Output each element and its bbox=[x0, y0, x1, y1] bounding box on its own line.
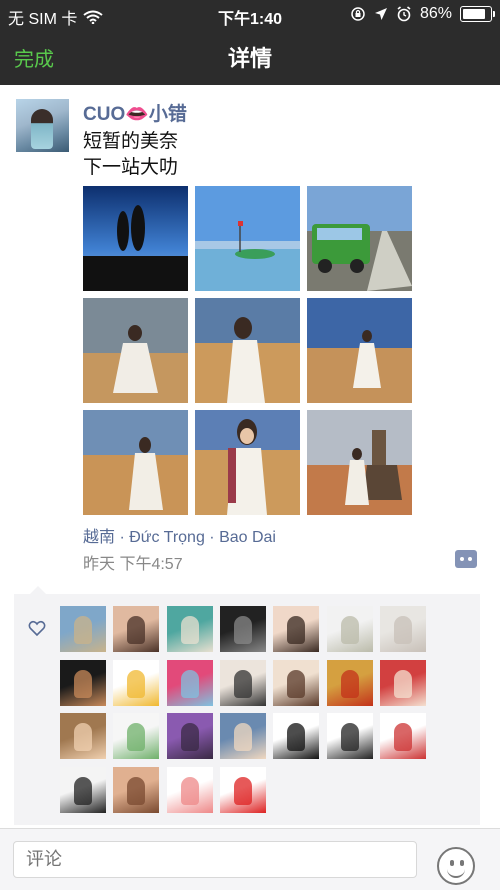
liker-avatar-figure bbox=[74, 616, 92, 644]
liker-avatar[interactable] bbox=[166, 766, 213, 813]
liker-avatar-figure bbox=[180, 776, 199, 805]
liker-avatar[interactable] bbox=[273, 659, 320, 706]
liker-avatar-figure bbox=[127, 723, 146, 751]
eye bbox=[450, 860, 454, 866]
liker-avatar[interactable] bbox=[379, 713, 426, 759]
comment-bar bbox=[0, 828, 500, 890]
photo-girl-dunes-4[interactable] bbox=[83, 410, 188, 515]
liker-avatar[interactable] bbox=[113, 766, 160, 813]
post-time: 昨天 下午4:57 bbox=[83, 556, 183, 573]
emoji-button[interactable] bbox=[437, 847, 475, 885]
photo-girl-dunes-3[interactable] bbox=[307, 298, 412, 403]
liker-avatar-figure bbox=[180, 669, 199, 698]
username[interactable]: CUO👄小错 bbox=[83, 99, 187, 126]
liker-avatar[interactable] bbox=[166, 606, 213, 652]
liker-avatar-figure bbox=[233, 669, 252, 698]
liker-avatar[interactable] bbox=[379, 659, 426, 706]
liker-avatar-figure bbox=[127, 776, 146, 805]
liker-avatar[interactable] bbox=[113, 659, 160, 706]
liker-avatar-figure bbox=[393, 723, 412, 751]
mouth bbox=[447, 868, 465, 878]
likes-panel bbox=[14, 586, 480, 825]
liker-avatar[interactable] bbox=[379, 606, 426, 652]
liker-avatar[interactable] bbox=[273, 606, 320, 652]
liker-avatar-figure bbox=[233, 616, 252, 644]
photo-girl-dunes-6[interactable] bbox=[307, 410, 412, 515]
comment-input[interactable] bbox=[13, 841, 417, 878]
liker-avatar-figure bbox=[287, 723, 306, 751]
dot bbox=[468, 557, 472, 561]
liker-avatar-figure bbox=[127, 616, 146, 644]
liker-avatar-figure bbox=[74, 776, 92, 805]
liker-avatar[interactable] bbox=[219, 659, 266, 706]
liker-avatar[interactable] bbox=[326, 713, 373, 759]
photo-girl-dunes-1[interactable] bbox=[83, 298, 188, 403]
liker-avatar[interactable] bbox=[113, 606, 160, 652]
liker-avatar[interactable] bbox=[60, 713, 106, 759]
liker-avatar-figure bbox=[393, 616, 412, 644]
photo-girl-dunes-2[interactable] bbox=[195, 298, 300, 403]
liker-avatar-figure bbox=[233, 723, 252, 751]
liker-avatar-figure bbox=[180, 616, 199, 644]
status-bar: 无 SIM 卡 下午1:40 86% bbox=[0, 0, 500, 28]
battery-fill bbox=[463, 9, 485, 19]
liker-avatar[interactable] bbox=[60, 766, 106, 813]
battery-percent: 86% bbox=[419, 5, 452, 22]
photo-silhouette-couple[interactable] bbox=[83, 186, 188, 291]
orientation-lock-icon bbox=[351, 7, 365, 21]
eye bbox=[460, 860, 464, 866]
post-text: 短暂的美奈 下一站大叻 bbox=[83, 129, 178, 181]
post-text-line: 下一站大叻 bbox=[83, 157, 179, 178]
battery-icon bbox=[460, 6, 495, 22]
liker-avatar-figure bbox=[74, 723, 92, 751]
heart-icon bbox=[28, 620, 46, 637]
liker-avatar[interactable] bbox=[219, 713, 266, 759]
liker-avatar-figure bbox=[74, 669, 92, 698]
liker-avatar[interactable] bbox=[113, 713, 160, 759]
nav-bar: 完成 详情 bbox=[0, 28, 500, 85]
liker-avatar-figure bbox=[340, 669, 359, 698]
liker-avatar[interactable] bbox=[60, 659, 106, 706]
alarm-clock-icon bbox=[397, 6, 411, 22]
dot bbox=[460, 557, 464, 561]
location-arrow-icon bbox=[374, 8, 387, 20]
liker-avatar[interactable] bbox=[273, 713, 320, 759]
liker-avatar[interactable] bbox=[166, 713, 213, 759]
moment-detail: CUO👄小错 短暂的美奈 下一站大叻 越南 · Đức Trọng · Bao … bbox=[0, 85, 500, 828]
page-title: 详情 bbox=[227, 46, 272, 71]
liker-avatar[interactable] bbox=[326, 606, 373, 652]
liker-avatar-figure bbox=[180, 723, 199, 751]
photo-girl-dunes-5[interactable] bbox=[195, 410, 300, 515]
liker-avatar-figure bbox=[287, 669, 306, 698]
photo-grid bbox=[83, 186, 413, 516]
location-link[interactable]: 越南 · Đức Trọng · Bao Dai bbox=[83, 523, 276, 547]
liker-avatar[interactable] bbox=[326, 659, 373, 706]
liker-avatar-figure bbox=[340, 723, 359, 751]
status-right: 86% bbox=[350, 5, 495, 23]
comment-more-button[interactable] bbox=[455, 550, 477, 568]
photo-boat-on-beach[interactable] bbox=[195, 186, 300, 291]
liker-avatar[interactable] bbox=[219, 766, 266, 813]
photo-green-jeep[interactable] bbox=[307, 186, 412, 291]
liker-avatar-figure bbox=[340, 616, 359, 644]
liker-avatar-figure bbox=[393, 669, 412, 698]
liker-avatar[interactable] bbox=[166, 659, 213, 706]
avatar-figure bbox=[31, 109, 53, 149]
liker-avatar-figure bbox=[233, 776, 252, 805]
post-text-line: 短暂的美奈 bbox=[83, 131, 179, 152]
liker-avatar[interactable] bbox=[219, 606, 266, 652]
liker-avatar-figure bbox=[287, 616, 306, 644]
liker-avatar-figure bbox=[127, 669, 146, 698]
liker-avatar[interactable] bbox=[60, 606, 106, 652]
avatar[interactable] bbox=[16, 99, 69, 152]
